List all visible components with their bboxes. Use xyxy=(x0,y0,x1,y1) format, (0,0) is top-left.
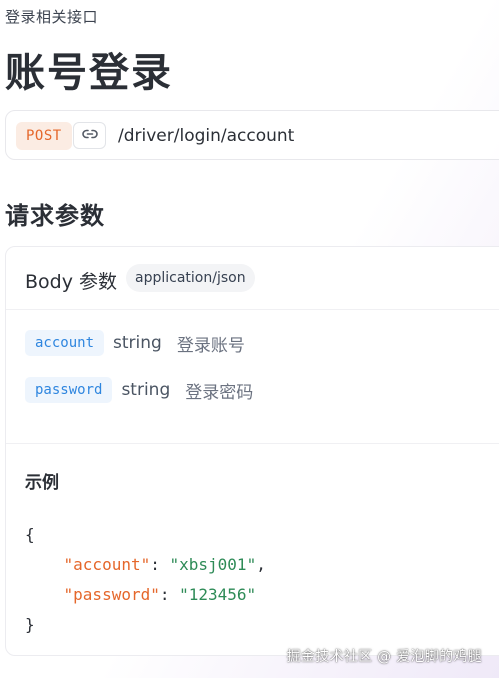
param-description: 登录密码 xyxy=(185,382,254,403)
json-key: "password" xyxy=(63,585,160,604)
param-row-password: password string 登录密码 xyxy=(25,376,253,404)
param-type: string xyxy=(121,380,171,400)
example-label: 示例 xyxy=(25,473,59,493)
param-type: string xyxy=(113,333,162,353)
param-description: 登录账号 xyxy=(176,335,245,356)
body-params-label: Body 参数 xyxy=(25,271,118,293)
param-row-account: account string 登录账号 xyxy=(25,329,245,357)
card-header: Body 参数 application/json xyxy=(6,247,499,310)
json-open-brace: { xyxy=(25,525,35,544)
params-card: Body 参数 application/json account string … xyxy=(5,246,499,656)
link-icon xyxy=(81,127,98,145)
endpoint-path[interactable]: /driver/login/account xyxy=(118,126,294,146)
param-name[interactable]: account xyxy=(25,330,105,356)
copy-link-button[interactable] xyxy=(73,122,106,149)
code-block[interactable]: { "account": "xbsj001", "password": "123… xyxy=(25,520,266,640)
json-value: "123456" xyxy=(179,585,257,604)
request-params-heading: 请求参数 xyxy=(5,202,105,230)
json-key: "account" xyxy=(63,555,151,574)
example-section: 示例 { "account": "xbsj001", "password": "… xyxy=(6,443,499,655)
json-comma: , xyxy=(256,555,266,574)
json-colon: : xyxy=(150,555,170,574)
method-badge: POST xyxy=(16,122,72,150)
json-value: "xbsj001" xyxy=(169,555,257,574)
watermark: 掘金技术社区 @ 爱泡脚的鸡腿 xyxy=(286,649,482,665)
page-title: 账号登录 xyxy=(5,50,173,96)
json-colon: : xyxy=(159,585,180,604)
json-close-brace: } xyxy=(25,615,35,634)
content-type-badge: application/json xyxy=(126,264,255,292)
endpoint-bar: POST /driver/login/account xyxy=(5,110,499,160)
param-name[interactable]: password xyxy=(25,377,113,403)
breadcrumb[interactable]: 登录相关接口 xyxy=(5,6,98,27)
